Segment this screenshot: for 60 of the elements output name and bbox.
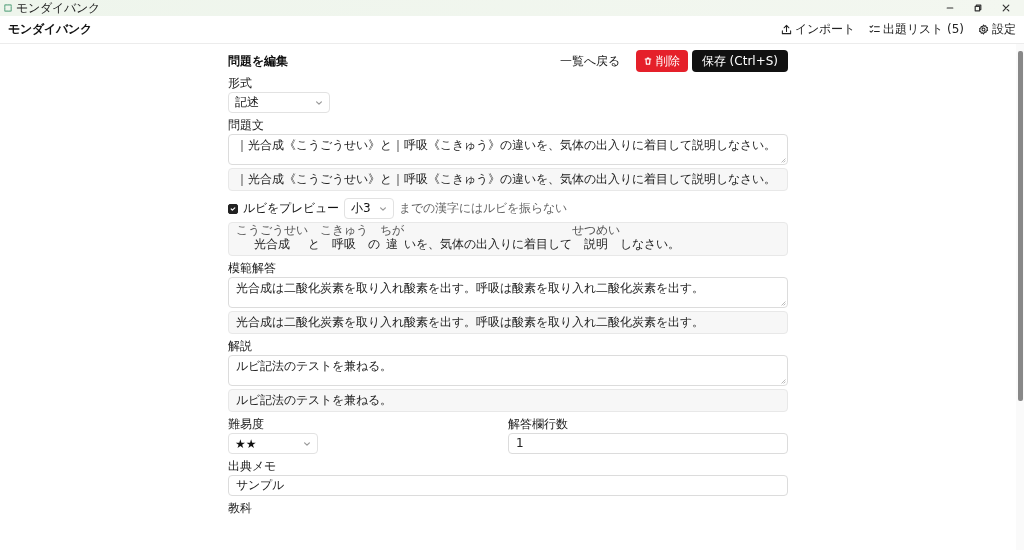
ruby-base: 説明 xyxy=(584,237,608,252)
ruby-base: 呼吸 xyxy=(332,237,356,252)
close-icon[interactable] xyxy=(1002,4,1010,12)
preview-text: いを、気体の出入りに着目して xyxy=(404,237,572,252)
check-icon xyxy=(230,205,236,212)
ruby-checkbox[interactable] xyxy=(228,203,238,214)
page-title: 問題を編集 xyxy=(228,52,289,70)
app-name: モンダイバンク xyxy=(8,21,92,38)
resize-grip-icon xyxy=(781,301,786,306)
field-label: 解答欄行数 xyxy=(508,417,569,431)
scrollbar[interactable] xyxy=(1016,44,1024,550)
ruby-reading: せつめい xyxy=(572,224,620,237)
chevron-down-icon xyxy=(303,439,311,448)
preview-text: と xyxy=(308,237,320,252)
field-label: 出典メモ xyxy=(228,459,277,473)
checklist-icon xyxy=(869,24,881,35)
app-icon xyxy=(4,4,12,12)
preview-panel: ｜光合成《こうごうせい》と｜呼吸《こきゅう》の違いを、気体の出入りに着目して説明しなさい。 xyxy=(228,168,788,191)
field-label: 解説 xyxy=(228,339,253,353)
chevron-down-icon xyxy=(315,98,323,107)
window-title: モンダイバンク xyxy=(16,0,100,16)
text-area[interactable]: ルビ記法のテストを兼ねる。 xyxy=(228,355,788,386)
difficulty-select[interactable]: ★★ xyxy=(228,433,318,454)
back-link[interactable]: 一覧へ戻る xyxy=(555,52,624,70)
resize-grip-icon xyxy=(781,379,786,384)
ruby-reading: こうごうせい xyxy=(236,224,308,237)
field-label: 難易度 xyxy=(228,417,265,431)
input-field[interactable]: 1 xyxy=(508,433,788,454)
chevron-down-icon xyxy=(379,204,387,213)
scrollbar-thumb[interactable] xyxy=(1017,51,1023,401)
ruby-reading: こきゅう xyxy=(320,224,368,237)
hint-text: までの漢字にはルビを振らない xyxy=(399,200,567,217)
field-label: 教科 xyxy=(228,501,253,515)
gear-icon xyxy=(978,24,989,35)
ruby-reading: ちが xyxy=(380,224,404,237)
preview-panel: ルビ記法のテストを兼ねる。 xyxy=(228,389,788,412)
field-label: 形式 xyxy=(228,76,253,90)
import-button[interactable]: インポート xyxy=(781,21,856,38)
delete-button[interactable]: 削除 xyxy=(635,50,688,72)
field-label: 問題文 xyxy=(228,118,265,132)
preview-panel: 光合成は二酸化炭素を取り入れ酸素を出す。呼吸は酸素を取り入れ二酸化炭素を出す。 xyxy=(228,311,788,334)
ruby-base: 違 xyxy=(386,237,398,252)
text-area[interactable]: 光合成は二酸化炭素を取り入れ酸素を出す。呼吸は酸素を取り入れ二酸化炭素を出す。 xyxy=(228,277,788,308)
ruby-base: 光合成 xyxy=(254,237,290,252)
upload-icon xyxy=(781,24,793,35)
preview-text: の xyxy=(368,237,380,252)
format-select[interactable]: 記述 xyxy=(228,92,330,113)
resize-grip-icon xyxy=(781,158,786,163)
preview-text: しなさい。 xyxy=(620,237,680,252)
text-area[interactable]: ｜光合成《こうごうせい》と｜呼吸《こきゅう》の違いを、気体の出入りに着目して説明しなさい。 xyxy=(228,134,788,165)
save-button[interactable]: 保存 (Ctrl+S) xyxy=(691,50,788,72)
checkbox-label: ルビをプレビュー xyxy=(243,200,339,217)
settings-button[interactable]: 設定 xyxy=(978,21,1016,38)
field-label: 模範解答 xyxy=(228,261,277,275)
question-list-button[interactable]: 出題リスト (5) xyxy=(869,21,964,38)
minimize-icon[interactable] xyxy=(946,4,954,12)
restore-icon[interactable] xyxy=(974,4,982,12)
grade-select[interactable]: 小3 xyxy=(344,198,394,219)
trash-icon xyxy=(643,57,652,65)
input-field[interactable]: サンプル xyxy=(228,475,788,496)
